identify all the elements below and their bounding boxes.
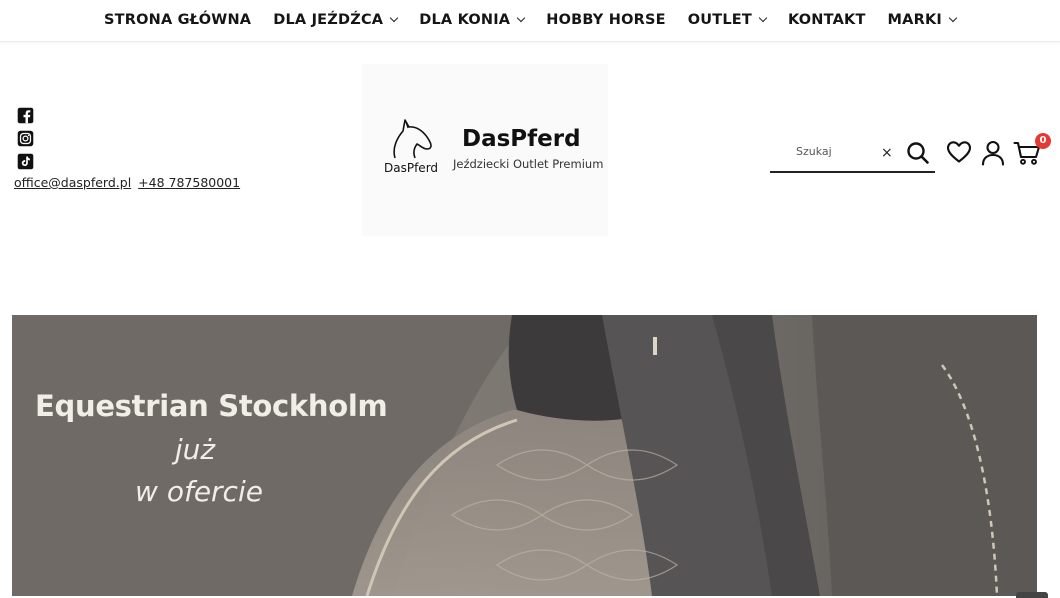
nav-item-kontakt[interactable]: KONTAKT: [788, 12, 866, 28]
search-icon[interactable]: [906, 141, 930, 165]
email-link[interactable]: office@daspferd.pl: [14, 175, 131, 190]
hero-subtitle-line-1: już: [174, 433, 216, 466]
site-logo[interactable]: DasPferd DasPferd Jeździecki Outlet Prem…: [362, 64, 608, 236]
facebook-icon[interactable]: [17, 107, 34, 124]
nav-label: KONTAKT: [787, 12, 866, 28]
nav-item-dla-jezdzca[interactable]: DLA JEŹDŹCA: [273, 12, 399, 28]
nav-label: OUTLET: [687, 12, 752, 28]
hero-subtitle-line-2: w ofercie: [135, 475, 263, 508]
nav-list: STRONA GŁÓWNA DLA JEŹDŹCA DLA KONIA HOBB…: [0, 0, 1060, 40]
social-links: [17, 107, 35, 176]
phone-link[interactable]: +48 787580001: [138, 175, 240, 190]
clear-search-icon[interactable]: ×: [881, 145, 893, 161]
instagram-icon[interactable]: [17, 130, 34, 147]
user-icon[interactable]: [981, 140, 1005, 166]
logo-subtitle: Jeździecki Outlet Premium: [453, 157, 604, 171]
contact-info: office@daspferd.pl +48 787580001: [14, 175, 243, 190]
nav-item-hobby-horse[interactable]: HOBBY HORSE: [546, 12, 666, 28]
nav-item-strona-glowna[interactable]: STRONA GŁÓWNA: [104, 12, 251, 28]
chevron-down-icon: [389, 13, 399, 23]
nav-item-dla-konia[interactable]: DLA KONIA: [419, 12, 526, 28]
horse-head-logo-icon: [393, 119, 432, 159]
search-bar: ×: [770, 138, 935, 173]
heart-icon[interactable]: [946, 140, 972, 164]
chevron-down-icon: [758, 13, 768, 23]
slider-next-button[interactable]: [1016, 592, 1048, 598]
cart-count-badge: 0: [1035, 133, 1051, 149]
nav-label: DLA JEŹDŹCA: [273, 12, 384, 28]
chevron-down-icon: [948, 13, 958, 23]
nav-item-marki[interactable]: MARKI: [887, 12, 958, 28]
hero-title: Equestrian Stockholm: [35, 389, 388, 423]
logo-mark-text: DasPferd: [384, 161, 439, 175]
nav-label: MARKI: [887, 12, 942, 28]
main-navigation: STRONA GŁÓWNA DLA JEŹDŹCA DLA KONIA HOBB…: [0, 0, 1060, 42]
chevron-down-icon: [516, 13, 526, 23]
nav-item-outlet[interactable]: OUTLET: [687, 12, 768, 28]
nav-label: HOBBY HORSE: [546, 12, 666, 28]
nav-label: DLA KONIA: [419, 12, 511, 28]
hero-banner[interactable]: Equestrian Stockholm już w ofercie: [12, 315, 1037, 596]
tiktok-icon[interactable]: [17, 153, 34, 170]
logo-title: DasPferd: [462, 126, 581, 152]
nav-label: STRONA GŁÓWNA: [104, 12, 252, 28]
